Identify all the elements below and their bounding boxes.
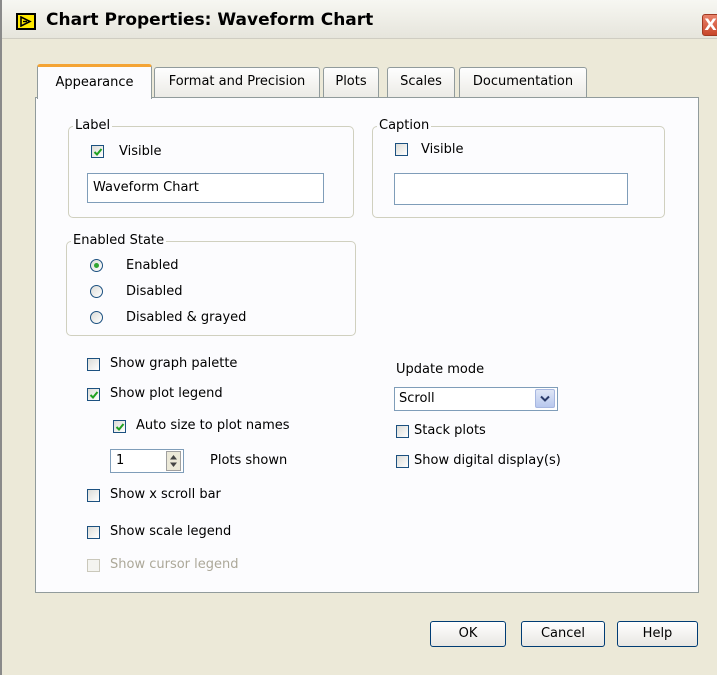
show-x-scroll-bar-checkbox[interactable] — [87, 489, 100, 502]
label-group — [68, 126, 354, 218]
label-text-input[interactable]: Waveform Chart — [87, 173, 324, 203]
close-icon[interactable]: X — [702, 14, 717, 36]
chart-properties-dialog: Chart Properties: Waveform Chart X Appea… — [0, 0, 717, 675]
show-scale-legend-checkbox[interactable] — [87, 526, 100, 539]
show-cursor-legend-checkbox — [87, 559, 100, 572]
show-plot-legend-label: Show plot legend — [110, 386, 223, 401]
up-down-arrow-icon — [170, 455, 177, 467]
disabled-radio[interactable] — [90, 285, 103, 298]
ok-button[interactable]: OK — [430, 621, 506, 647]
labview-icon — [16, 13, 36, 30]
show-digital-display-checkbox[interactable] — [396, 455, 409, 468]
tab-plots[interactable]: Plots — [323, 67, 379, 97]
caption-group-title: Caption — [377, 118, 432, 134]
update-mode-dropdown-button[interactable] — [535, 389, 555, 408]
tab-scales[interactable]: Scales — [387, 67, 455, 97]
show-plot-legend-checkbox[interactable] — [87, 388, 100, 401]
show-cursor-legend-label: Show cursor legend — [110, 557, 239, 572]
stack-plots-label: Stack plots — [414, 423, 486, 438]
show-graph-palette-checkbox[interactable] — [87, 358, 100, 371]
update-mode-label: Update mode — [396, 362, 485, 377]
show-digital-display-label: Show digital display(s) — [414, 453, 561, 468]
disabled-radio-label: Disabled — [126, 284, 183, 299]
check-icon — [89, 391, 99, 399]
plots-shown-label: Plots shown — [210, 453, 288, 468]
check-icon — [93, 148, 103, 156]
title-bar[interactable]: Chart Properties: Waveform Chart X — [2, 0, 717, 39]
tab-documentation[interactable]: Documentation — [459, 67, 587, 97]
label-visible-checkbox[interactable] — [91, 145, 104, 158]
disabled-grayed-radio-label: Disabled & grayed — [126, 310, 247, 325]
check-icon — [115, 423, 125, 431]
show-scale-legend-label: Show scale legend — [110, 524, 232, 539]
window-title: Chart Properties: Waveform Chart — [46, 10, 374, 30]
radio-selected-dot — [94, 263, 99, 268]
label-visible-label: Visible — [119, 144, 162, 159]
caption-visible-checkbox[interactable] — [395, 143, 408, 156]
tab-appearance[interactable]: Appearance — [37, 64, 152, 99]
plots-shown-spinner[interactable] — [166, 451, 181, 471]
chevron-down-icon — [540, 395, 550, 402]
update-mode-select[interactable]: Scroll — [394, 387, 558, 411]
show-x-scroll-bar-label: Show x scroll bar — [110, 487, 221, 502]
auto-size-checkbox[interactable] — [113, 420, 126, 433]
label-group-title: Label — [73, 118, 113, 134]
help-button[interactable]: Help — [617, 621, 698, 647]
auto-size-label: Auto size to plot names — [136, 418, 290, 433]
caption-visible-label: Visible — [421, 142, 464, 157]
tab-format-and-precision[interactable]: Format and Precision — [154, 67, 320, 97]
enabled-state-title: Enabled State — [71, 233, 167, 249]
disabled-grayed-radio[interactable] — [90, 311, 103, 324]
stack-plots-checkbox[interactable] — [396, 425, 409, 438]
enabled-radio[interactable] — [90, 259, 103, 272]
show-graph-palette-label: Show graph palette — [110, 356, 238, 371]
cancel-button[interactable]: Cancel — [521, 621, 605, 647]
enabled-radio-label: Enabled — [126, 258, 179, 273]
caption-text-input[interactable] — [394, 173, 628, 205]
